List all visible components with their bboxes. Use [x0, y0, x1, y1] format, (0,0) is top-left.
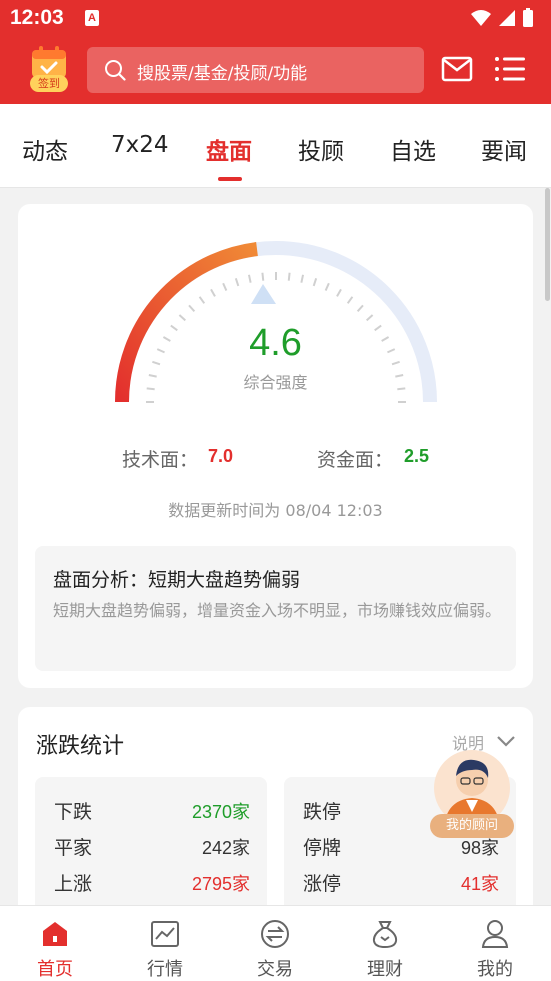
signal-icon — [499, 10, 515, 26]
analysis-title: 盘面分析：短期大盘趋势偏弱 — [53, 569, 301, 591]
technical-label: 技术面： — [122, 449, 199, 471]
stat-row-down: 下跌 2370家 — [54, 797, 250, 827]
gauge-tick — [178, 314, 187, 322]
gauge-tick — [346, 296, 354, 304]
signin-label[interactable]: 签到 — [30, 75, 68, 92]
stat-number: 242 — [201, 838, 232, 858]
stat-label: 平家 — [54, 837, 93, 859]
nav-market[interactable]: 行情 — [110, 906, 220, 981]
gauge-tick — [336, 288, 342, 297]
nav-label: 理财 — [367, 959, 403, 980]
gauge-tick — [261, 272, 265, 281]
stat-value: 2370家 — [192, 798, 250, 824]
tab-watchlist[interactable]: 自选 — [390, 132, 436, 166]
tab-7x24[interactable]: 7x24 — [111, 132, 169, 158]
stats-title: 涨跌统计 — [36, 734, 125, 759]
search-input[interactable]: 搜股票/基金/投顾/功能 — [87, 47, 424, 93]
tab-dynamic[interactable]: 动态 — [22, 132, 68, 166]
app-header: 12:03 A 签到 搜股票/基金/投顾/功能 — [0, 0, 551, 104]
gauge-tick — [247, 274, 252, 283]
stat-unit: 家 — [481, 838, 499, 859]
status-time: 12:03 — [10, 6, 64, 29]
stat-unit: 家 — [232, 802, 250, 823]
strength-score: 4.6 — [249, 322, 302, 364]
exchange-icon — [261, 920, 289, 948]
advisor-label: 我的顾问 — [430, 814, 514, 838]
stat-label: 涨停 — [303, 873, 342, 895]
gauge-tick — [210, 288, 216, 297]
chevron-down-icon[interactable] — [496, 734, 516, 748]
stat-row-flat: 平家 242家 — [54, 833, 250, 863]
stat-number: 2370 — [191, 802, 232, 822]
stat-unit: 家 — [481, 874, 499, 895]
stat-row-limit-up: 涨停 41家 — [303, 869, 499, 899]
strength-score-label: 综合强度 — [243, 373, 308, 392]
stat-label: 上涨 — [54, 873, 93, 895]
nav-home[interactable]: 首页 — [0, 906, 110, 981]
stat-number: 41 — [460, 874, 481, 894]
stat-label: 跌停 — [303, 801, 342, 823]
nav-label: 行情 — [147, 959, 183, 980]
stat-number: 2795 — [191, 874, 232, 894]
gauge-tick — [324, 282, 330, 291]
stat-label: 停牌 — [303, 837, 342, 859]
stat-value: 2795家 — [192, 870, 250, 896]
technical-value: 7.0 — [208, 446, 234, 466]
update-time: 数据更新时间为 08/04 12:03 — [168, 501, 383, 520]
nav-label: 首页 — [37, 959, 73, 980]
gauge-tick — [312, 278, 318, 287]
advisor-floating-button[interactable]: 我的顾问 — [430, 748, 514, 840]
tab-news[interactable]: 要闻 — [481, 132, 527, 166]
menu-list-icon[interactable] — [494, 56, 526, 82]
stat-value: 41家 — [461, 870, 499, 896]
status-bar: 12:03 A — [0, 0, 551, 36]
gauge-tick — [300, 274, 305, 283]
stat-unit: 家 — [232, 838, 250, 859]
gauge-tick — [222, 282, 228, 291]
gauge-tick — [356, 304, 364, 313]
nav-label: 交易 — [257, 959, 293, 980]
stats-box-left: 下跌 2370家 平家 242家 上涨 2795家 — [35, 777, 267, 917]
bottom-navigation: 首页 行情 交易 理财 我的 — [0, 905, 551, 981]
capital-label: 资金面： — [317, 449, 394, 471]
nav-profile[interactable]: 我的 — [440, 906, 550, 981]
stat-row-up: 上涨 2795家 — [54, 869, 250, 899]
mail-icon[interactable] — [441, 55, 473, 83]
active-tab-indicator — [218, 177, 242, 181]
search-placeholder: 搜股票/基金/投顾/功能 — [137, 64, 308, 84]
gauge-tick — [198, 296, 206, 304]
capital-value: 2.5 — [404, 446, 430, 466]
nav-label: 我的 — [477, 959, 513, 980]
nav-wealth[interactable]: 理财 — [330, 906, 440, 981]
tab-bar: 动态 7x24 盘面 投顾 自选 要闻 — [0, 104, 551, 188]
home-icon — [43, 922, 67, 946]
battery-icon — [523, 10, 533, 27]
nav-trade[interactable]: 交易 — [220, 906, 330, 981]
tab-market-overview[interactable]: 盘面 — [206, 132, 252, 166]
scrollbar[interactable] — [545, 188, 550, 301]
analysis-body: 短期大盘趋势偏弱，增量资金入场不明显，市场赚钱效应偏弱。 — [53, 601, 502, 620]
gauge-tick — [234, 278, 240, 287]
search-icon — [105, 60, 126, 81]
stat-number: 98 — [460, 838, 481, 858]
wifi-icon — [471, 10, 491, 26]
stat-value: 242家 — [202, 834, 250, 860]
chart-line-icon — [151, 921, 179, 947]
gauge-tick — [365, 314, 374, 322]
gauge-tick — [287, 272, 291, 281]
market-strength-card: 4.6 综合强度 技术面： 7.0 资金面： 2.5 数据更新时间为 08/04… — [18, 204, 533, 688]
gauge-pointer — [251, 284, 276, 304]
stat-unit: 家 — [232, 874, 250, 895]
user-icon — [481, 920, 509, 948]
system-status-icons — [471, 8, 533, 27]
gauge-tick — [188, 304, 196, 313]
market-analysis-box: 盘面分析：短期大盘趋势偏弱 短期大盘趋势偏弱，增量资金入场不明显，市场赚钱效应偏… — [35, 546, 516, 671]
money-bag-icon — [372, 921, 398, 949]
stat-label: 下跌 — [54, 801, 93, 823]
tab-advisor[interactable]: 投顾 — [298, 132, 344, 166]
notification-app-icon: A — [85, 10, 99, 26]
